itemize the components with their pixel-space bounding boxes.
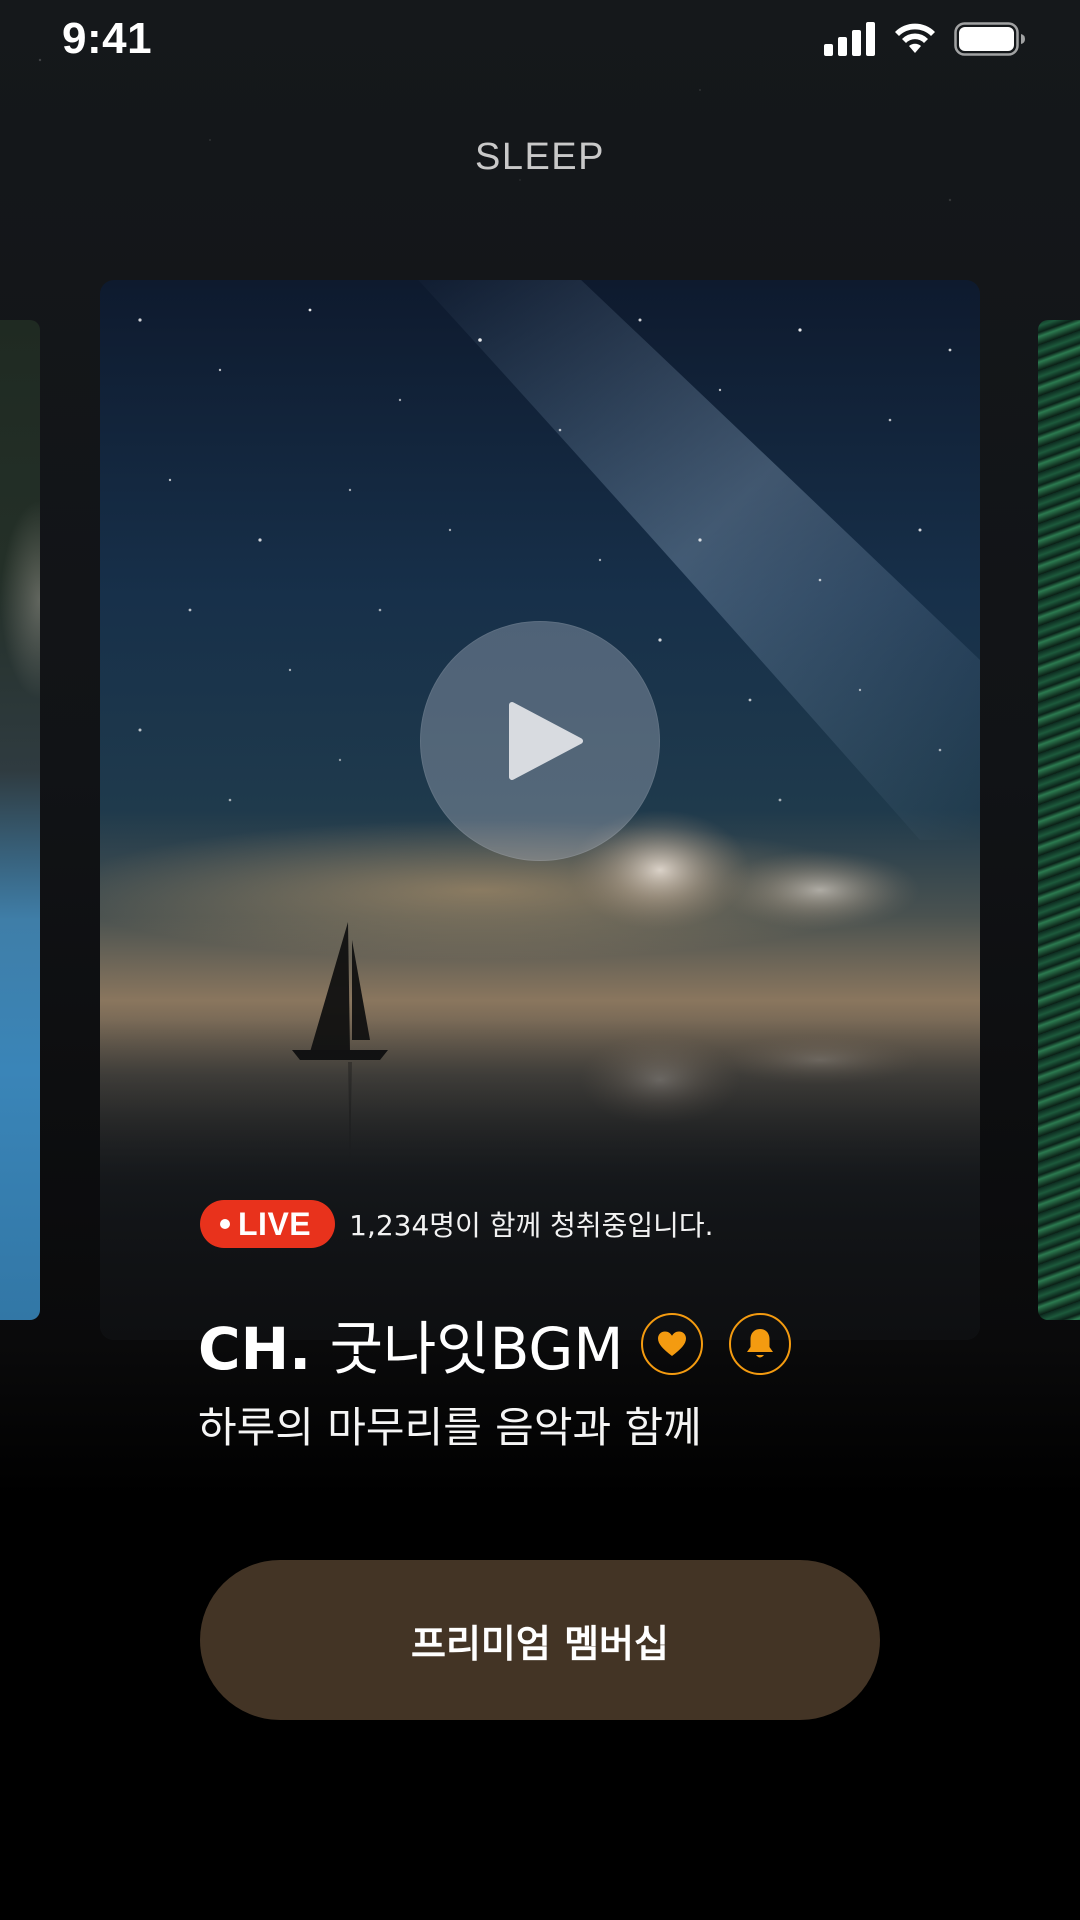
heart-icon	[658, 1331, 687, 1356]
channel-title: CH. 굿나잇BGM	[198, 1302, 623, 1386]
card-gradient-overlay	[100, 1020, 980, 1340]
live-label: LIVE	[238, 1205, 312, 1242]
battery-icon	[954, 22, 1026, 60]
app-screen: 9:41 SLEEP LIVE 1,234명이 함께 청취중입니다. CH. 굿…	[0, 0, 1080, 1920]
channel-description: 하루의 마무리를 음악과 함께	[198, 1403, 702, 1452]
play-button[interactable]	[420, 621, 660, 861]
channel-title-row: CH. 굿나잇BGM	[198, 1302, 792, 1386]
channel-card[interactable]	[100, 280, 980, 1340]
play-icon	[509, 702, 583, 780]
page-title: SLEEP	[474, 136, 606, 178]
live-status-row: LIVE 1,234명이 함께 청취중입니다.	[200, 1200, 714, 1248]
bell-icon	[747, 1329, 774, 1358]
notification-button[interactable]	[729, 1313, 792, 1375]
live-dot-icon	[220, 1219, 230, 1229]
favorite-button[interactable]	[641, 1313, 704, 1375]
status-bar: 9:41	[0, 0, 1080, 84]
prev-card-image	[0, 500, 40, 700]
carousel-prev-card[interactable]	[0, 320, 40, 1320]
carousel-next-card[interactable]	[1038, 320, 1080, 1320]
status-time: 9:41	[62, 14, 153, 63]
listener-count-text: 1,234명이 함께 청취중입니다.	[349, 1209, 714, 1242]
channel-prefix: CH.	[198, 1315, 312, 1383]
status-icons	[824, 22, 1026, 60]
premium-membership-button[interactable]: 프리미엄 멤버십	[200, 1560, 880, 1720]
wifi-icon	[892, 22, 938, 60]
live-badge: LIVE	[200, 1200, 336, 1248]
cellular-signal-icon	[824, 22, 876, 60]
channel-name: 굿나잇BGM	[329, 1315, 624, 1383]
